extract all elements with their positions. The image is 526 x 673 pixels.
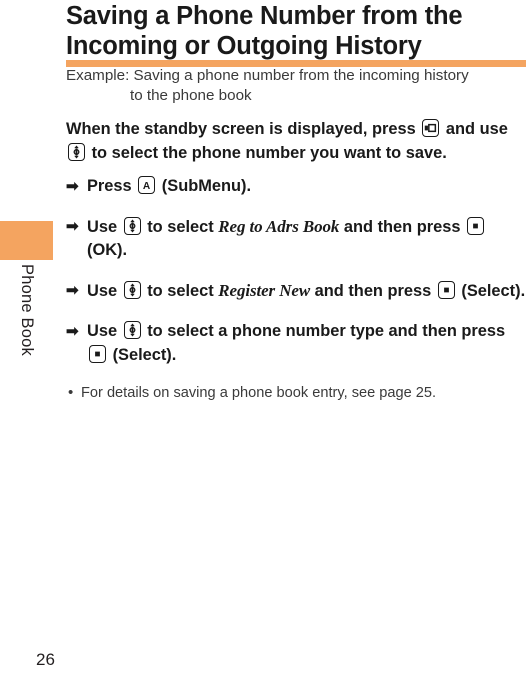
lead-text-after: to select the phone number you want to s… bbox=[91, 143, 447, 162]
navigation-updown-icon bbox=[123, 216, 141, 235]
sub-note-item: • For details on saving a phone book ent… bbox=[66, 384, 526, 404]
page-title-line-1: Saving a Phone Number from the bbox=[66, 2, 463, 30]
step-text-middle: to select a phone number type and then p… bbox=[147, 322, 506, 341]
lead-text-middle: and use bbox=[445, 120, 508, 138]
page-heading: Saving a Phone Number from the Incoming … bbox=[66, 0, 526, 67]
step-text-middle: to select bbox=[147, 217, 214, 236]
step-text-after: (SubMenu). bbox=[161, 177, 252, 195]
step-text-after: (Select). bbox=[112, 345, 177, 364]
navigation-updown-icon bbox=[123, 321, 141, 340]
arrow-right-icon: ➡ bbox=[66, 323, 79, 341]
step-text-after: (Select). bbox=[461, 282, 526, 301]
arrow-right-icon: ➡ bbox=[66, 217, 79, 235]
step-text-before: Use bbox=[87, 322, 118, 341]
ok-center-key-icon bbox=[467, 216, 485, 235]
step-item: ➡ Press A (SubMenu). bbox=[66, 175, 526, 199]
ok-center-key-icon bbox=[89, 344, 106, 363]
sidebar-chapter-label-wrap: Phone Book bbox=[0, 264, 53, 464]
step-text-before: Use bbox=[87, 217, 118, 236]
main-content: Example: Saving a phone number from the … bbox=[66, 66, 526, 418]
submenu-a-key-icon: A bbox=[138, 176, 156, 194]
step-item: ➡ Use to select Register New and then pr… bbox=[66, 279, 526, 304]
step-italic-value: Register New bbox=[218, 281, 311, 301]
step-italic-value: Reg to Adrs Book bbox=[218, 216, 340, 236]
example-paragraph: Example: Saving a phone number from the … bbox=[66, 66, 526, 106]
ok-center-key-icon bbox=[437, 281, 455, 300]
step-text-before: Use bbox=[87, 282, 118, 301]
arrow-right-icon: ➡ bbox=[66, 178, 79, 195]
step-text-before: Press bbox=[87, 177, 132, 195]
navigation-updown-icon bbox=[123, 281, 141, 300]
step-text-middle-2: and then press bbox=[343, 217, 461, 236]
svg-text:A: A bbox=[143, 181, 151, 192]
page-number: 26 bbox=[36, 650, 55, 669]
sidebar-chapter-label: Phone Book bbox=[17, 264, 36, 356]
step-item: ➡ Use to select a phone number type and … bbox=[66, 320, 526, 367]
lead-instruction: When the standby screen is displayed, pr… bbox=[66, 118, 526, 165]
arrow-right-icon: ➡ bbox=[66, 282, 79, 300]
example-line-1: Example: Saving a phone number from the … bbox=[66, 67, 469, 84]
navigation-updown-icon bbox=[68, 142, 85, 161]
step-text-middle: to select bbox=[147, 282, 214, 301]
sidebar-chapter-tab bbox=[0, 221, 53, 260]
bullet-dot-icon: • bbox=[68, 383, 74, 401]
step-item: ➡ Use to select Reg to Adrs Book and the… bbox=[66, 215, 526, 263]
step-text-after: (OK). bbox=[87, 241, 128, 260]
lead-text-before: When the standby screen is displayed, pr… bbox=[66, 120, 416, 138]
example-line-2: to the phone book bbox=[130, 87, 252, 104]
softkey-right-icon bbox=[422, 119, 440, 137]
step-text-middle-2: and then press bbox=[314, 282, 432, 301]
sub-note-text: For details on saving a phone book entry… bbox=[81, 384, 437, 401]
page-title-line-2: Incoming or Outgoing History bbox=[66, 32, 422, 60]
